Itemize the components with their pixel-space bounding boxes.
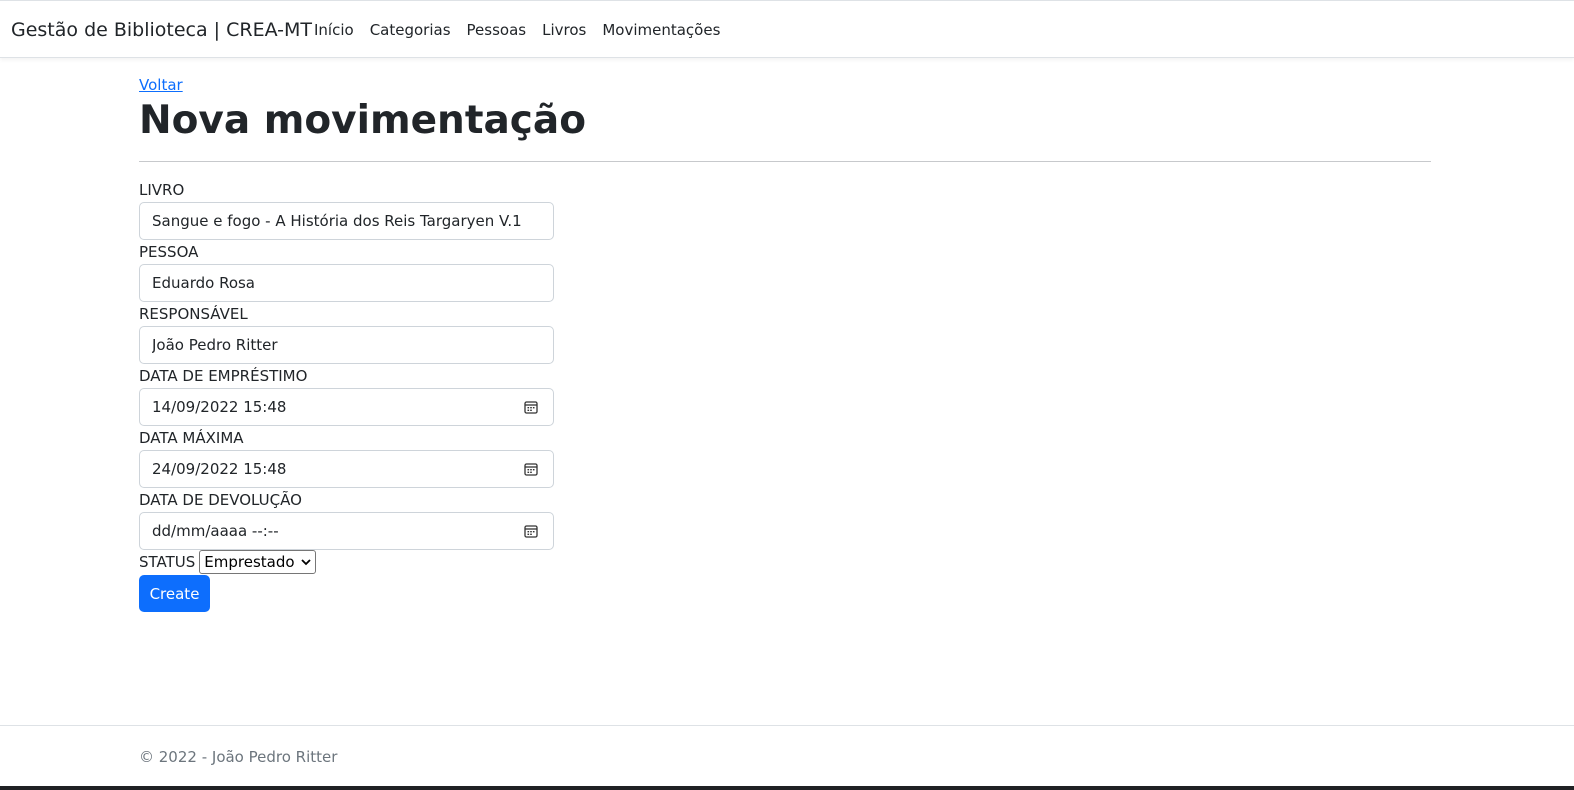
brand-title[interactable]: Gestão de Biblioteca | CREA-MT [11,19,312,41]
back-link[interactable]: Voltar [139,76,183,94]
data-emprestimo-label: DATA DE EMPRÉSTIMO [139,367,308,385]
nav-link-pessoas[interactable]: Pessoas [467,21,527,39]
create-button[interactable]: Create [139,575,210,612]
divider [139,161,1431,162]
nav-link-movimentacoes[interactable]: Movimentações [602,21,720,39]
status-row: STATUS Emprestado [139,550,316,574]
calendar-icon[interactable] [524,462,538,476]
top-navbar: Gestão de Biblioteca | CREA-MT Início Ca… [0,0,1574,58]
window-bottom-edge [0,786,1574,790]
footer-copyright: © 2022 - João Pedro Ritter [139,748,338,766]
data-emprestimo-field[interactable]: 14/09/2022 15:48 [139,388,554,426]
livro-label: LIVRO [139,181,185,199]
data-devolucao-label: DATA DE DEVOLUÇÃO [139,491,302,509]
nav-menu: Início Categorias Pessoas Livros Movimen… [314,21,736,39]
calendar-icon[interactable] [524,524,538,538]
footer: © 2022 - João Pedro Ritter [0,725,1574,787]
responsavel-value: João Pedro Ritter [152,336,278,354]
calendar-icon[interactable] [524,400,538,414]
nav-link-categorias[interactable]: Categorias [370,21,451,39]
status-label: STATUS [139,553,196,571]
data-maxima-value: 24/09/2022 15:48 [152,460,287,478]
status-select[interactable]: Emprestado [199,550,316,574]
data-devolucao-field[interactable]: dd/mm/aaaa --:-- [139,512,554,550]
data-devolucao-value: dd/mm/aaaa --:-- [152,522,279,540]
data-maxima-field[interactable]: 24/09/2022 15:48 [139,450,554,488]
chevron-down-icon [300,559,311,566]
nav-link-livros[interactable]: Livros [542,21,586,39]
data-maxima-label: DATA MÁXIMA [139,429,244,447]
pessoa-label: PESSOA [139,243,199,261]
page-title: Nova movimentação [139,98,587,143]
livro-field[interactable]: Sangue e fogo - A História dos Reis Targ… [139,202,554,240]
pessoa-field[interactable]: Eduardo Rosa [139,264,554,302]
responsavel-field[interactable]: João Pedro Ritter [139,326,554,364]
livro-value: Sangue e fogo - A História dos Reis Targ… [152,212,522,230]
status-selected-value: Emprestado [204,553,295,571]
responsavel-label: RESPONSÁVEL [139,305,248,323]
data-emprestimo-value: 14/09/2022 15:48 [152,398,287,416]
nav-link-inicio[interactable]: Início [314,21,354,39]
pessoa-value: Eduardo Rosa [152,274,256,292]
